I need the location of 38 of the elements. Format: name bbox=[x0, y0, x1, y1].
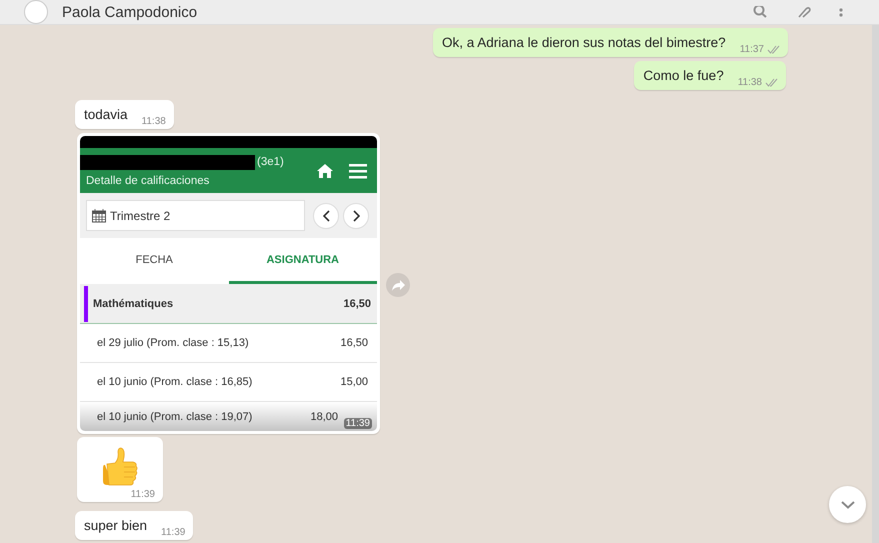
message-time: 11:39 bbox=[344, 418, 372, 429]
home-icon[interactable] bbox=[316, 162, 334, 178]
paperclip-icon[interactable] bbox=[797, 6, 811, 18]
grade-date: el 10 junio (Prom. clase : 19,07) bbox=[97, 410, 252, 422]
message-time: 11:38 bbox=[738, 77, 762, 88]
calendar-icon bbox=[92, 208, 106, 222]
menu-icon[interactable] bbox=[349, 162, 367, 178]
subject-grade: 16,50 bbox=[343, 298, 371, 310]
period-field[interactable]: Trimestre 2 bbox=[86, 200, 305, 231]
message-time: 11:37 bbox=[740, 44, 764, 55]
message-time: 11:38 bbox=[142, 116, 166, 127]
chevron-down-icon bbox=[840, 500, 854, 508]
grade-date: el 29 julio (Prom. clase : 15,13) bbox=[97, 337, 249, 349]
class-label: (3e1) bbox=[257, 156, 284, 168]
subject-name: Mathématiques bbox=[93, 298, 174, 310]
message-text: super bien bbox=[84, 518, 148, 535]
next-button[interactable] bbox=[343, 202, 369, 228]
share-arrow-icon bbox=[389, 277, 407, 293]
contact-avatar[interactable] bbox=[24, 0, 48, 24]
chevron-left-icon bbox=[322, 210, 330, 222]
grade-value: 15,00 bbox=[340, 376, 368, 388]
search-icon[interactable] bbox=[753, 6, 769, 18]
subject-row[interactable]: Mathématiques 16,50 bbox=[80, 284, 377, 324]
menu-icon[interactable] bbox=[839, 7, 843, 17]
contact-name[interactable]: Paola Campodonico bbox=[62, 4, 198, 20]
grade-value: 16,50 bbox=[340, 337, 368, 349]
message-text: Como le fue? bbox=[643, 68, 724, 85]
chevron-right-icon bbox=[352, 210, 360, 222]
message-time: 11:39 bbox=[130, 489, 155, 500]
forward-button[interactable] bbox=[386, 273, 410, 297]
message-text: todavia bbox=[84, 107, 128, 124]
screen-title: Detalle de calificaciones bbox=[86, 174, 210, 186]
grade-date: el 10 junio (Prom. clase : 16,85) bbox=[97, 376, 252, 388]
tab[interactable]: FECHA bbox=[80, 238, 228, 284]
message-time: 11:39 bbox=[161, 527, 186, 538]
previous-button[interactable] bbox=[313, 202, 339, 228]
grade-value: 18,00 bbox=[310, 410, 338, 422]
message-text: Ok, a Adriana le dieron sus notas del bimestre? bbox=[442, 35, 726, 52]
